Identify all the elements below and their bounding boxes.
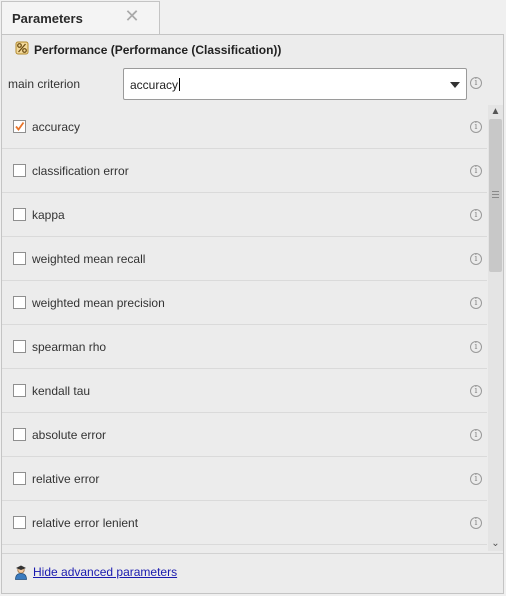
criterion-checkbox[interactable] xyxy=(13,340,26,353)
info-icon[interactable]: i xyxy=(470,165,482,177)
criterion-label: absolute error xyxy=(32,428,107,442)
main-criterion-row: main criterion accuracy i xyxy=(2,65,503,103)
info-icon[interactable]: i xyxy=(470,297,482,309)
dropdown-arrow-icon[interactable] xyxy=(450,82,460,88)
criterion-row: relative error i xyxy=(2,457,487,501)
criterion-row: accuracy i xyxy=(2,105,487,149)
criterion-row: absolute error i xyxy=(2,413,487,457)
hide-advanced-parameters-link[interactable]: Hide advanced parameters xyxy=(33,565,177,579)
info-icon[interactable]: i xyxy=(470,209,482,221)
criterion-label: accuracy xyxy=(32,120,81,134)
criterion-label: relative error lenient xyxy=(32,516,139,530)
info-icon[interactable]: i xyxy=(470,385,482,397)
info-icon[interactable]: i xyxy=(470,253,482,265)
performance-percent-icon xyxy=(15,41,29,55)
main-criterion-value: accuracy xyxy=(130,78,181,92)
info-icon[interactable]: i xyxy=(470,429,482,441)
criterion-checkbox[interactable] xyxy=(13,428,26,441)
criterion-label: kendall tau xyxy=(32,384,91,398)
main-criterion-label: main criterion xyxy=(8,77,81,91)
criterion-row: classification error i xyxy=(2,149,487,193)
info-icon[interactable]: i xyxy=(470,77,482,89)
criterion-row: kappa i xyxy=(2,193,487,237)
footer: Hide advanced parameters xyxy=(2,553,503,593)
info-icon[interactable]: i xyxy=(470,473,482,485)
operator-title: Performance (Performance (Classification… xyxy=(34,43,282,57)
criterion-label: classification error xyxy=(32,164,129,178)
criterion-checkbox[interactable] xyxy=(13,252,26,265)
criteria-list: accuracy i classification error i kappa i weig… xyxy=(2,105,487,545)
criterion-checkbox[interactable] xyxy=(13,164,26,177)
criterion-row: kendall tau i xyxy=(2,369,487,413)
criterion-checkbox[interactable] xyxy=(13,208,26,221)
criterion-label: kappa xyxy=(32,208,65,222)
tab-parameters[interactable]: Parameters ✕ xyxy=(1,1,160,35)
criterion-row: relative error lenient i xyxy=(2,501,487,545)
criterion-checkbox[interactable] xyxy=(13,516,26,529)
close-icon[interactable]: ✕ xyxy=(123,7,141,25)
tab-label: Parameters xyxy=(12,11,83,26)
info-icon[interactable]: i xyxy=(470,341,482,353)
criterion-label: weighted mean precision xyxy=(32,296,165,310)
tab-bar: Parameters ✕ xyxy=(0,0,506,35)
criterion-label: relative error xyxy=(32,472,100,486)
scroll-down-icon[interactable]: ⌄ xyxy=(488,537,503,551)
checkmark-icon xyxy=(15,121,25,131)
criterion-checkbox[interactable] xyxy=(13,120,26,133)
main-criterion-select[interactable]: accuracy xyxy=(123,68,467,100)
operator-header: Performance (Performance (Classification… xyxy=(2,35,503,63)
criterion-checkbox[interactable] xyxy=(13,384,26,397)
scroll-up-icon[interactable]: ▲ xyxy=(488,105,503,119)
grip-icon xyxy=(492,191,499,198)
criterion-checkbox[interactable] xyxy=(13,472,26,485)
vertical-scrollbar[interactable]: ▲ ⌄ xyxy=(488,105,503,551)
criterion-row: spearman rho i xyxy=(2,325,487,369)
criterion-row: weighted mean recall i xyxy=(2,237,487,281)
criterion-label: weighted mean recall xyxy=(32,252,146,266)
criterion-row: weighted mean precision i xyxy=(2,281,487,325)
parameters-panel: Performance (Performance (Classification… xyxy=(1,34,504,594)
info-icon[interactable]: i xyxy=(470,517,482,529)
criterion-label: spearman rho xyxy=(32,340,107,354)
info-icon[interactable]: i xyxy=(470,121,482,133)
text-caret xyxy=(179,78,181,91)
scroll-thumb[interactable] xyxy=(489,119,502,272)
criterion-checkbox[interactable] xyxy=(13,296,26,309)
expert-user-icon xyxy=(15,565,27,580)
